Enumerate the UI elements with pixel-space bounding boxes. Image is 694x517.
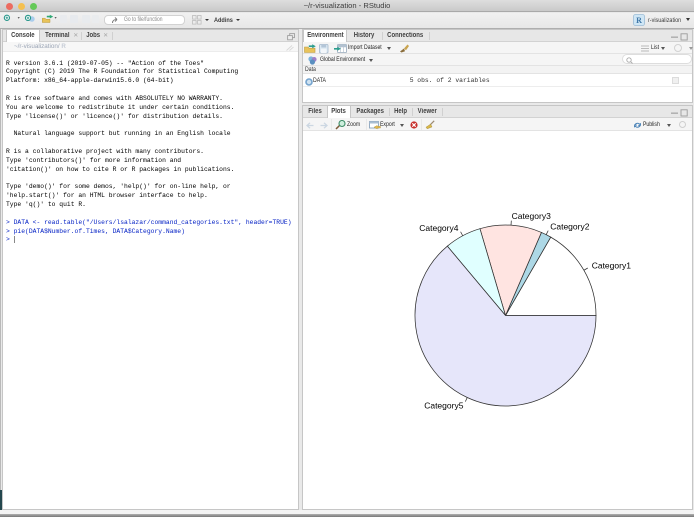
svg-text:Category1: Category1: [592, 261, 631, 271]
svg-text:Category4: Category4: [419, 223, 458, 233]
svg-text:Category2: Category2: [550, 222, 589, 232]
svg-text:Category5: Category5: [424, 401, 463, 411]
svg-text:Category3: Category3: [512, 211, 551, 221]
